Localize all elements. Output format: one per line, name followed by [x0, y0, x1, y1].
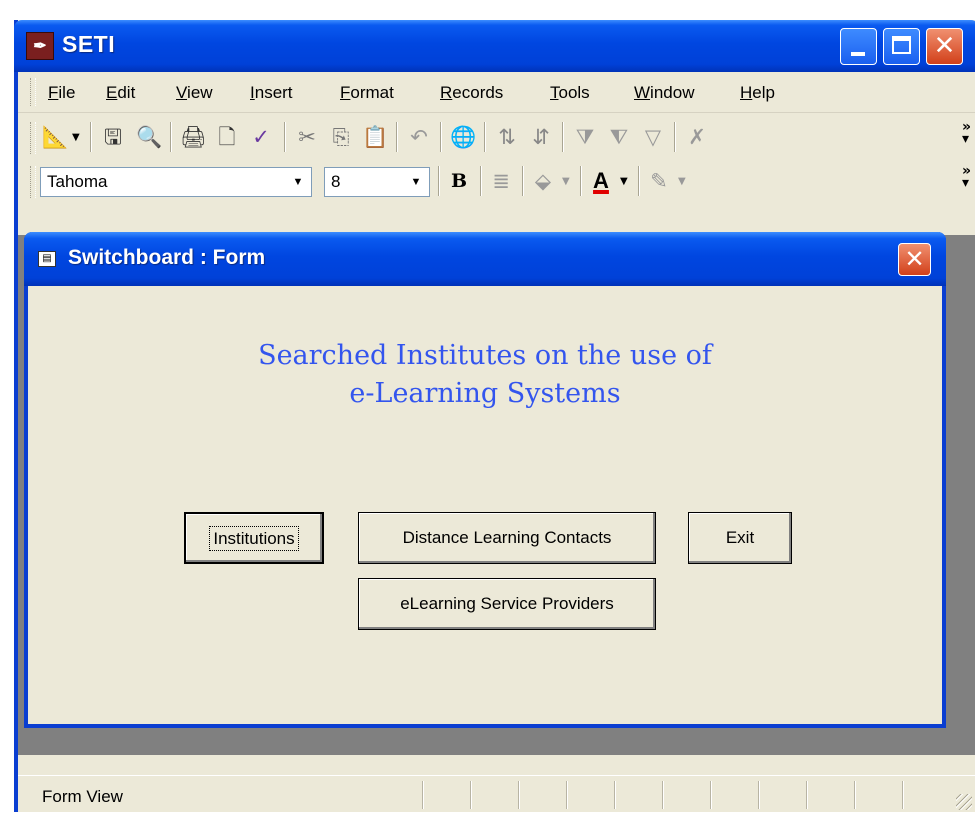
font-name-value: Tahoma [47, 172, 108, 191]
line-color-icon[interactable]: ✎ [646, 168, 672, 194]
font-color-dropdown-arrow[interactable]: ▼ [620, 176, 628, 187]
view-dropdown-arrow[interactable]: ▼ [72, 132, 80, 143]
formatting-toolbar: Tahoma ▼ 8 ▼ B ≣ ⬙ ▼ A ▼ ✎ ▼ » ▾ [18, 160, 975, 204]
access-key-icon[interactable]: ✒ [26, 32, 54, 60]
font-size-select[interactable]: 8 ▼ [324, 167, 430, 197]
separator [522, 166, 523, 196]
status-divider [662, 781, 663, 809]
menu-edit[interactable]: Edit [106, 83, 135, 103]
font-name-select[interactable]: Tahoma ▼ [40, 167, 312, 197]
design-view-icon[interactable]: 📐 [42, 124, 68, 150]
close-icon: ✕ [904, 245, 925, 273]
access-window: ✒ SETI ✕ File Edit View Insert Format Re… [14, 20, 975, 812]
insert-hyperlink-icon[interactable]: 🌐 [450, 124, 476, 150]
separator [396, 122, 397, 152]
separator [484, 122, 485, 152]
minimize-button[interactable] [840, 28, 877, 65]
status-divider [758, 781, 759, 809]
line-color-dropdown-arrow[interactable]: ▼ [678, 176, 686, 187]
distance-learning-contacts-button[interactable]: Distance Learning Contacts [358, 512, 656, 564]
maximize-icon [892, 36, 911, 54]
switchboard-form-window: ▤ Switchboard : Form ✕ Searched Institut… [24, 232, 946, 728]
menu-window[interactable]: Window [634, 83, 694, 103]
window-titlebar[interactable]: ✒ SETI ✕ [14, 20, 975, 72]
font-color-icon[interactable]: A [588, 168, 614, 194]
separator [638, 166, 639, 196]
status-divider [902, 781, 903, 809]
cut-icon[interactable]: ✂ [294, 124, 320, 150]
exit-button[interactable]: Exit [688, 512, 792, 564]
filter-by-form-icon[interactable]: ⧨ [606, 124, 632, 150]
chevron-down-icon[interactable]: ▼ [405, 170, 427, 194]
elearning-service-providers-button[interactable]: eLearning Service Providers [358, 578, 656, 630]
form-heading-line1: Searched Institutes on the use of [258, 340, 712, 371]
sort-descending-icon[interactable]: ⇵ [528, 124, 554, 150]
fill-color-icon[interactable]: ⬙ [530, 168, 556, 194]
separator [480, 166, 481, 196]
bold-button[interactable]: B [446, 168, 472, 194]
menu-insert[interactable]: Insert [250, 83, 293, 103]
toolbar-grip[interactable] [30, 166, 36, 198]
apply-filter-icon[interactable]: ▽ [640, 124, 666, 150]
status-divider [422, 781, 423, 809]
align-center-icon[interactable]: ≣ [488, 168, 514, 194]
save-icon[interactable]: 🖫 [100, 124, 126, 150]
separator [674, 122, 675, 152]
print-icon[interactable]: 🖨 [180, 124, 207, 150]
maximize-button[interactable] [883, 28, 920, 65]
form-heading-line2: e-Learning Systems [349, 378, 621, 409]
separator [284, 122, 285, 152]
fill-color-dropdown-arrow[interactable]: ▼ [562, 176, 570, 187]
status-text: Form View [42, 787, 123, 806]
undo-icon[interactable]: ↶ [406, 124, 432, 150]
institutions-button-label: Institutions [209, 526, 299, 551]
menu-records[interactable]: Records [440, 83, 503, 103]
menu-help[interactable]: Help [740, 83, 775, 103]
separator [438, 166, 439, 196]
status-bar: Form View [18, 775, 975, 813]
sort-ascending-icon[interactable]: ⇅ [494, 124, 520, 150]
resize-grip-icon[interactable] [956, 794, 972, 810]
status-divider [710, 781, 711, 809]
form-titlebar[interactable]: ▤ Switchboard : Form ✕ [24, 232, 946, 286]
paste-icon[interactable]: 📋 [362, 124, 388, 150]
status-divider [614, 781, 615, 809]
toolbar-options-chevron-icon[interactable]: » ▾ [962, 120, 971, 146]
separator [440, 122, 441, 152]
file-search-icon[interactable]: 🔍 [136, 124, 162, 150]
toolbar-grip[interactable] [30, 122, 36, 154]
close-button[interactable]: ✕ [926, 28, 963, 65]
chevron-down-icon[interactable]: ▼ [287, 170, 309, 194]
copy-icon[interactable]: ⎘ [328, 124, 354, 150]
status-divider [806, 781, 807, 809]
print-preview-icon[interactable]: 🗋 [214, 124, 240, 150]
status-divider [518, 781, 519, 809]
status-divider [566, 781, 567, 809]
form-title: Switchboard : Form [68, 246, 266, 269]
status-divider [854, 781, 855, 809]
font-size-value: 8 [331, 172, 341, 191]
toolbar-options-chevron-icon[interactable]: » ▾ [962, 164, 971, 190]
close-icon: ✕ [933, 31, 956, 61]
standard-toolbar: 📐 ▼ 🖫 🔍 🖨 🗋 ✓ ✂ ⎘ 📋 ↶ 🌐 ⇅ ⇵ ⧩ ⧨ ▽ ✗ » ▾ [18, 116, 975, 160]
spelling-icon[interactable]: ✓ [248, 124, 274, 150]
menu-format[interactable]: Format [340, 83, 394, 103]
separator [90, 122, 91, 152]
menu-grip[interactable] [30, 78, 36, 106]
window-title: SETI [62, 31, 116, 57]
institutions-button[interactable]: Institutions [184, 512, 324, 564]
separator [170, 122, 171, 152]
form-close-button[interactable]: ✕ [898, 243, 931, 276]
separator [562, 122, 563, 152]
separator [580, 166, 581, 196]
menu-bar: File Edit View Insert Format Records Too… [18, 72, 975, 113]
minimize-icon [851, 52, 865, 56]
status-divider [470, 781, 471, 809]
filter-by-selection-icon[interactable]: ⧩ [572, 124, 598, 150]
menu-view[interactable]: View [176, 83, 213, 103]
delete-record-icon[interactable]: ✗ [684, 124, 710, 150]
menu-file[interactable]: File [48, 83, 75, 103]
menu-tools[interactable]: Tools [550, 83, 590, 103]
form-icon[interactable]: ▤ [38, 251, 56, 267]
